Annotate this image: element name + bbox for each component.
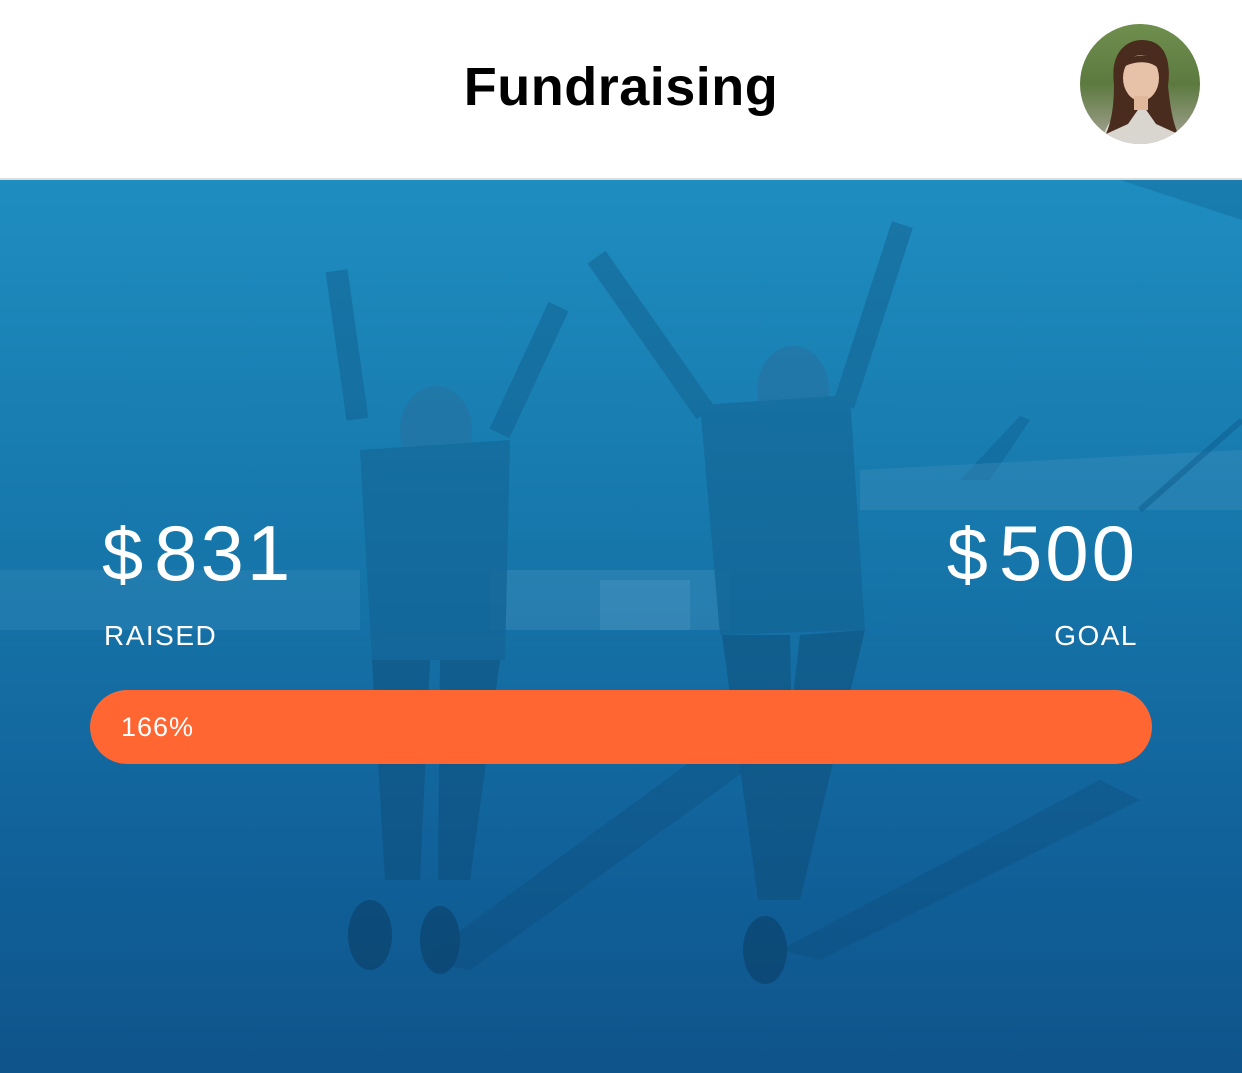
page-title: Fundraising: [463, 57, 779, 117]
goal-label: GOAL: [1054, 620, 1138, 651]
goal-amount: $500: [947, 514, 1138, 592]
avatar-photo-icon: [1080, 24, 1200, 144]
raised-currency: $: [102, 513, 147, 596]
progress-fill: [90, 690, 1152, 764]
goal-currency: $: [946, 513, 991, 596]
progress-bar: 166%: [90, 690, 1152, 764]
raised-value: 831: [154, 509, 294, 597]
progress-percent: 166%: [121, 712, 195, 742]
fundraising-hero: $831 RAISED $500 GOAL 166%: [0, 180, 1242, 1073]
header-bar: Fundraising: [0, 0, 1242, 180]
raised-amount: $831: [102, 514, 293, 592]
raised-label: RAISED: [104, 620, 218, 651]
goal-value: 500: [998, 509, 1138, 597]
avatar[interactable]: [1080, 24, 1200, 144]
